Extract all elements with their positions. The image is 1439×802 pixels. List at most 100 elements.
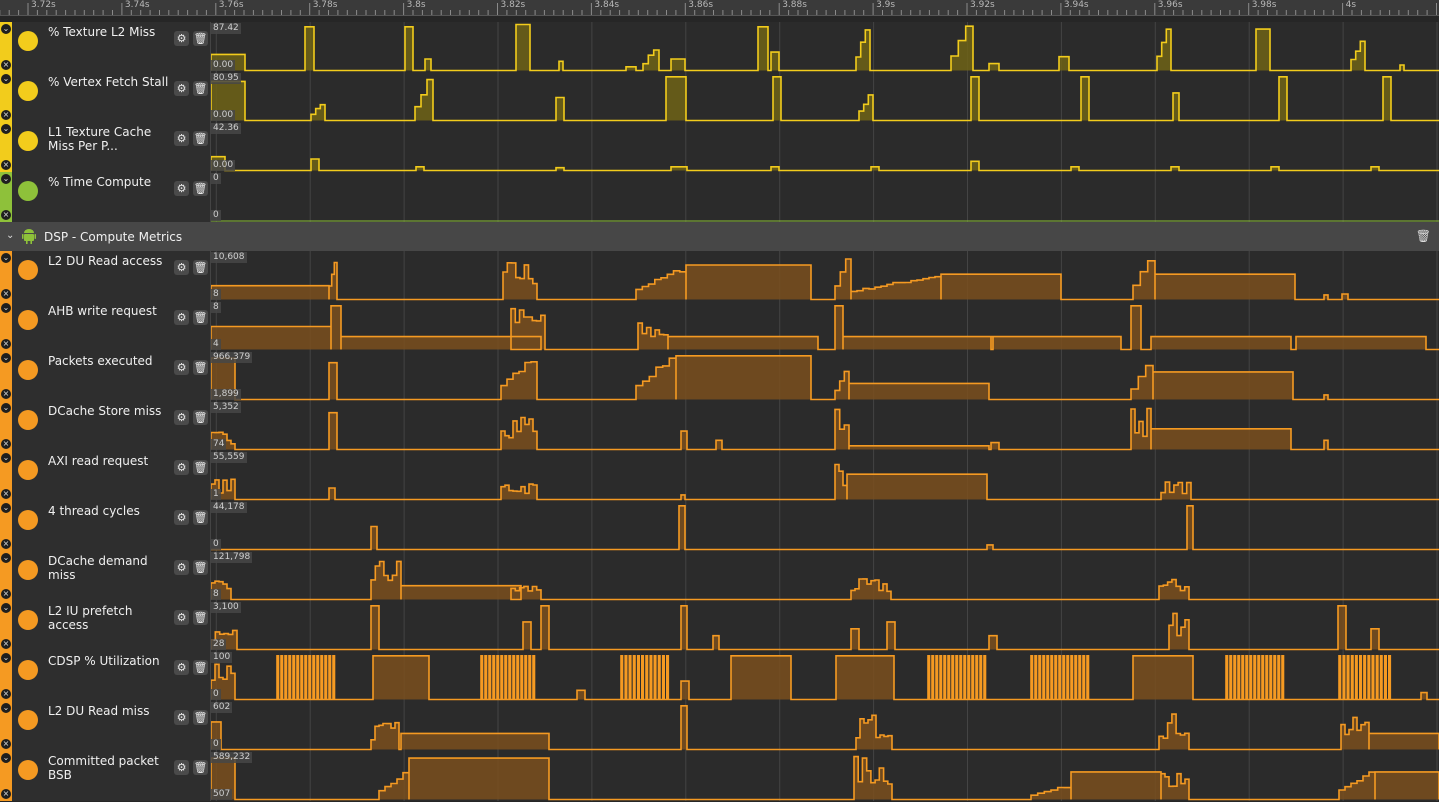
close-icon[interactable]: × bbox=[1, 439, 11, 449]
metric-track: ⌄ ×% Texture L2 Miss ⚙ 🗑 87.42 0.00 bbox=[0, 22, 1439, 72]
metric-graph[interactable]: 84 bbox=[211, 301, 1439, 351]
settings-gear-icon[interactable]: ⚙ bbox=[174, 510, 189, 525]
collapse-toggle-icon[interactable]: ⌄ bbox=[1, 503, 11, 513]
collapse-toggle-icon[interactable]: ⌄ bbox=[1, 653, 11, 663]
metric-graph[interactable]: 602 0 bbox=[211, 701, 1439, 751]
metric-graph[interactable]: 5,352 74 bbox=[211, 401, 1439, 451]
collapse-toggle-icon[interactable]: ⌄ bbox=[1, 24, 11, 34]
settings-gear-icon[interactable]: ⚙ bbox=[174, 131, 189, 146]
settings-gear-icon[interactable]: ⚙ bbox=[174, 81, 189, 96]
close-icon[interactable]: × bbox=[1, 689, 11, 699]
metric-color-dot[interactable] bbox=[18, 610, 38, 630]
metric-color-dot[interactable] bbox=[18, 310, 38, 330]
collapse-toggle-icon[interactable]: ⌄ bbox=[1, 553, 11, 563]
metric-color-dot[interactable] bbox=[18, 81, 38, 101]
metric-graph[interactable]: 42.36 0.00 bbox=[211, 122, 1439, 172]
delete-trash-icon[interactable]: 🗑 bbox=[193, 660, 208, 675]
metric-color-dot[interactable] bbox=[18, 760, 38, 780]
metric-color-dot[interactable] bbox=[18, 660, 38, 680]
settings-gear-icon[interactable]: ⚙ bbox=[174, 181, 189, 196]
close-icon[interactable]: × bbox=[1, 739, 11, 749]
metric-color-dot[interactable] bbox=[18, 410, 38, 430]
delete-trash-icon[interactable]: 🗑 bbox=[193, 760, 208, 775]
metric-color-dot[interactable] bbox=[18, 31, 38, 51]
collapse-toggle-icon[interactable]: ⌄ bbox=[1, 353, 11, 363]
delete-trash-icon[interactable]: 🗑 bbox=[193, 181, 208, 196]
delete-trash-icon[interactable]: 🗑 bbox=[193, 31, 208, 46]
metric-graph[interactable]: 589,232 507 bbox=[211, 751, 1439, 801]
metric-color-dot[interactable] bbox=[18, 560, 38, 580]
chevron-down-icon[interactable]: ⌄ bbox=[6, 230, 14, 241]
close-icon[interactable]: × bbox=[1, 589, 11, 599]
close-icon[interactable]: × bbox=[1, 639, 11, 649]
delete-trash-icon[interactable]: 🗑 bbox=[193, 610, 208, 625]
track-color-bar: ⌄ × bbox=[0, 451, 12, 501]
close-icon[interactable]: × bbox=[1, 210, 11, 220]
close-icon[interactable]: × bbox=[1, 60, 11, 70]
metric-graph[interactable]: 00 bbox=[211, 172, 1439, 222]
metric-color-dot[interactable] bbox=[18, 131, 38, 151]
collapse-toggle-icon[interactable]: ⌄ bbox=[1, 753, 11, 763]
delete-trash-icon[interactable]: 🗑 bbox=[193, 81, 208, 96]
delete-trash-icon[interactable]: 🗑 bbox=[193, 360, 208, 375]
settings-gear-icon[interactable]: ⚙ bbox=[174, 610, 189, 625]
delete-trash-icon[interactable]: 🗑 bbox=[193, 560, 208, 575]
settings-gear-icon[interactable]: ⚙ bbox=[174, 360, 189, 375]
settings-gear-icon[interactable]: ⚙ bbox=[174, 560, 189, 575]
collapse-toggle-icon[interactable]: ⌄ bbox=[1, 74, 11, 84]
settings-gear-icon[interactable]: ⚙ bbox=[174, 460, 189, 475]
close-icon[interactable]: × bbox=[1, 489, 11, 499]
collapse-toggle-icon[interactable]: ⌄ bbox=[1, 403, 11, 413]
close-icon[interactable]: × bbox=[1, 539, 11, 549]
delete-trash-icon[interactable]: 🗑 bbox=[193, 260, 208, 275]
delete-trash-icon[interactable]: 🗑 bbox=[193, 460, 208, 475]
metric-color-dot[interactable] bbox=[18, 360, 38, 380]
metric-graph[interactable]: 80.95 0.00 bbox=[211, 72, 1439, 122]
metric-graph[interactable]: 87.42 0.00 bbox=[211, 22, 1439, 72]
delete-trash-icon[interactable]: 🗑 bbox=[193, 310, 208, 325]
settings-gear-icon[interactable]: ⚙ bbox=[174, 31, 189, 46]
settings-gear-icon[interactable]: ⚙ bbox=[174, 660, 189, 675]
collapse-toggle-icon[interactable]: ⌄ bbox=[1, 174, 11, 184]
metric-color-dot[interactable] bbox=[18, 460, 38, 480]
metric-graph[interactable]: 121,798 8 bbox=[211, 551, 1439, 601]
collapse-toggle-icon[interactable]: ⌄ bbox=[1, 124, 11, 134]
metric-color-dot[interactable] bbox=[18, 510, 38, 530]
delete-trash-icon[interactable]: 🗑 bbox=[193, 131, 208, 146]
close-icon[interactable]: × bbox=[1, 289, 11, 299]
collapse-toggle-icon[interactable]: ⌄ bbox=[1, 603, 11, 613]
axis-min-value: 1 bbox=[211, 489, 221, 500]
delete-trash-icon[interactable]: 🗑 bbox=[193, 410, 208, 425]
delete-trash-icon[interactable]: 🗑 bbox=[193, 710, 208, 725]
settings-gear-icon[interactable]: ⚙ bbox=[174, 260, 189, 275]
metric-color-dot[interactable] bbox=[18, 181, 38, 201]
metric-graph[interactable]: 100 0 bbox=[211, 651, 1439, 701]
metric-graph[interactable]: 3,100 28 bbox=[211, 601, 1439, 651]
settings-gear-icon[interactable]: ⚙ bbox=[174, 410, 189, 425]
close-icon[interactable]: × bbox=[1, 339, 11, 349]
close-icon[interactable]: × bbox=[1, 789, 11, 799]
metric-graph[interactable]: 10,608 8 bbox=[211, 251, 1439, 301]
collapse-toggle-icon[interactable]: ⌄ bbox=[1, 703, 11, 713]
axis-min-value: 8 bbox=[211, 289, 221, 300]
metric-graph[interactable]: 966,379 1,899 bbox=[211, 351, 1439, 401]
metric-track: ⌄ ×% Time Compute ⚙ 🗑 0 0 bbox=[0, 172, 1439, 222]
close-icon[interactable]: × bbox=[1, 110, 11, 120]
settings-gear-icon[interactable]: ⚙ bbox=[174, 710, 189, 725]
group-header[interactable]: ⌄ DSP - Compute Metrics 🗑 bbox=[0, 222, 1439, 252]
settings-gear-icon[interactable]: ⚙ bbox=[174, 760, 189, 775]
collapse-toggle-icon[interactable]: ⌄ bbox=[1, 253, 11, 263]
group-delete-trash-icon[interactable]: 🗑 bbox=[1416, 229, 1431, 243]
metric-color-dot[interactable] bbox=[18, 260, 38, 280]
metric-graph[interactable]: 55,559 1 bbox=[211, 451, 1439, 501]
settings-gear-icon[interactable]: ⚙ bbox=[174, 310, 189, 325]
collapse-toggle-icon[interactable]: ⌄ bbox=[1, 453, 11, 463]
timeline-ruler[interactable]: 3.72s 3.74s 3.76s 3.78s 3.8s 3.82s 3.84s 3.86s 3… bbox=[0, 0, 1439, 16]
ruler-tick-label: 3.84s bbox=[594, 0, 620, 10]
close-icon[interactable]: × bbox=[1, 389, 11, 399]
metric-color-dot[interactable] bbox=[18, 710, 38, 730]
collapse-toggle-icon[interactable]: ⌄ bbox=[1, 303, 11, 313]
delete-trash-icon[interactable]: 🗑 bbox=[193, 510, 208, 525]
metric-graph[interactable]: 44,178 0 bbox=[211, 501, 1439, 551]
close-icon[interactable]: × bbox=[1, 160, 11, 170]
